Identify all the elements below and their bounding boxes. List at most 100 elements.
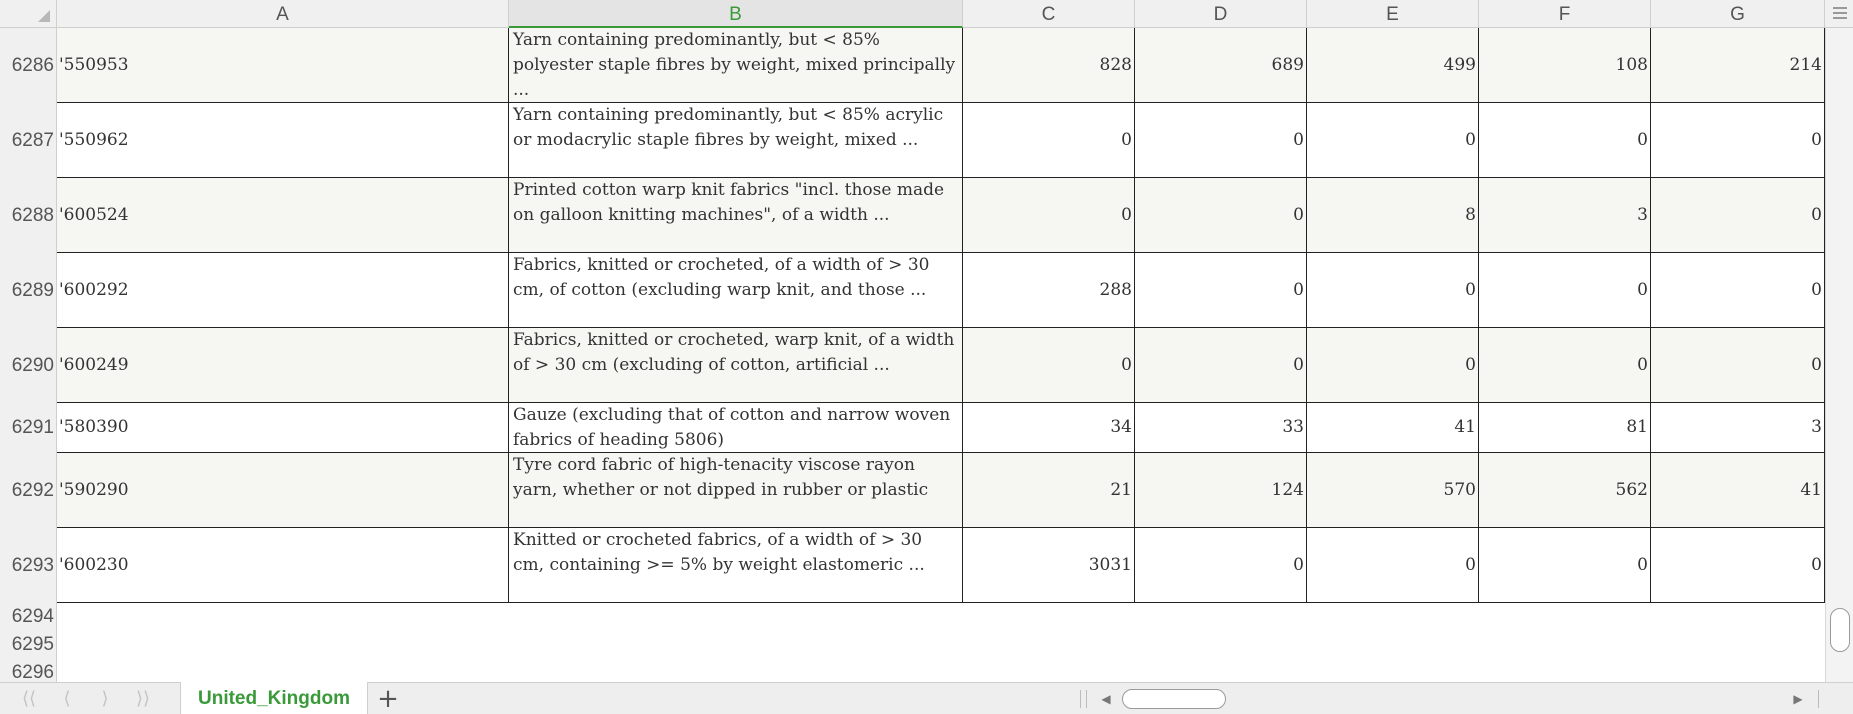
cell-description[interactable]: Fabrics, knitted or crocheted, warp knit… <box>509 328 963 402</box>
column-header-a[interactable]: A <box>57 0 509 28</box>
row-header[interactable]: 6288 <box>0 178 57 253</box>
cell-value-d[interactable]: 0 <box>1135 178 1307 252</box>
cell-value-c[interactable]: 34 <box>963 403 1135 452</box>
cell-value-e[interactable]: 0 <box>1307 253 1479 327</box>
cell-value-c[interactable]: 0 <box>963 328 1135 402</box>
cell-value-d[interactable]: 33 <box>1135 403 1307 452</box>
cell-value-c[interactable]: 0 <box>963 178 1135 252</box>
select-all-triangle-icon <box>38 10 50 22</box>
horizontal-scroll-thumb[interactable] <box>1122 689 1226 709</box>
cell-description[interactable]: Yarn containing predominantly, but < 85%… <box>509 28 963 102</box>
cell-code[interactable]: '550953 <box>57 28 509 102</box>
cell-value-e[interactable]: 0 <box>1307 103 1479 177</box>
cell-value-f[interactable]: 0 <box>1479 528 1651 602</box>
column-header-f[interactable]: F <box>1479 0 1651 28</box>
vertical-scrollbar[interactable] <box>1825 28 1853 682</box>
cell-value-f[interactable]: 108 <box>1479 28 1651 102</box>
add-sheet-icon[interactable]: + <box>374 685 402 713</box>
row-header[interactable]: 6286 <box>0 28 57 103</box>
scroll-right-arrow-icon[interactable]: ▶ <box>1790 688 1806 710</box>
prev-sheet-icon[interactable]: ⟨ <box>52 687 82 711</box>
last-sheet-icon[interactable]: ⟩⟩ <box>128 687 158 711</box>
cell-value-c[interactable]: 828 <box>963 28 1135 102</box>
row-header[interactable]: 6287 <box>0 103 57 178</box>
cell-value-g[interactable]: 214 <box>1651 28 1825 102</box>
column-header-g[interactable]: G <box>1651 0 1825 28</box>
cell-value-f[interactable]: 0 <box>1479 103 1651 177</box>
cell-value-d[interactable]: 0 <box>1135 253 1307 327</box>
row-header-column: 6286 6287 6288 6289 6290 6291 6292 6293 … <box>0 28 57 683</box>
cell-code[interactable]: '600230 <box>57 528 509 602</box>
cell-value-g[interactable]: 3 <box>1651 403 1825 452</box>
column-header-d[interactable]: D <box>1135 0 1307 28</box>
row-header[interactable]: 6294 <box>0 603 57 631</box>
table-row: '580390 Gauze (excluding that of cotton … <box>57 403 1825 453</box>
cell-value-e[interactable]: 0 <box>1307 328 1479 402</box>
column-header-c[interactable]: C <box>963 0 1135 28</box>
divider <box>1818 690 1819 708</box>
cell-value-d[interactable]: 0 <box>1135 103 1307 177</box>
column-header-row: A B C D E F G <box>0 0 1853 28</box>
cell-description[interactable]: Tyre cord fabric of high-tenacity viscos… <box>509 453 963 527</box>
cell-value-g[interactable]: 0 <box>1651 103 1825 177</box>
cell-code[interactable]: '600249 <box>57 328 509 402</box>
row-header[interactable]: 6289 <box>0 253 57 328</box>
row-header[interactable]: 6292 <box>0 453 57 528</box>
cell-value-c[interactable]: 0 <box>963 103 1135 177</box>
table-row: '550962 Yarn containing predominantly, b… <box>57 103 1825 178</box>
cell-description[interactable]: Fabrics, knitted or crocheted, of a widt… <box>509 253 963 327</box>
cell-value-f[interactable]: 0 <box>1479 253 1651 327</box>
cell-value-g[interactable]: 0 <box>1651 178 1825 252</box>
cell-description[interactable]: Knitted or crocheted fabrics, of a width… <box>509 528 963 602</box>
cell-value-d[interactable]: 124 <box>1135 453 1307 527</box>
cell-code[interactable]: '590290 <box>57 453 509 527</box>
cell-value-f[interactable]: 81 <box>1479 403 1651 452</box>
table-row: '600524 Printed cotton warp knit fabrics… <box>57 178 1825 253</box>
row-header[interactable]: 6290 <box>0 328 57 403</box>
row-header[interactable]: 6295 <box>0 631 57 659</box>
sheet-tab-bar: ⟨⟨ ⟨ ⟩ ⟩⟩ United_Kingdom + ◀ ▶ <box>0 682 1853 714</box>
sheet-tab-united-kingdom[interactable]: United_Kingdom <box>180 682 368 714</box>
spreadsheet-grid[interactable]: '550953 Yarn containing predominantly, b… <box>57 28 1825 682</box>
vertical-scroll-thumb[interactable] <box>1830 608 1850 652</box>
cell-value-g[interactable]: 0 <box>1651 528 1825 602</box>
cell-code[interactable]: '580390 <box>57 403 509 452</box>
table-row: '590290 Tyre cord fabric of high-tenacit… <box>57 453 1825 528</box>
scroll-left-arrow-icon[interactable]: ◀ <box>1098 688 1114 710</box>
cell-value-f[interactable]: 562 <box>1479 453 1651 527</box>
divider <box>1080 690 1081 708</box>
cell-value-e[interactable]: 570 <box>1307 453 1479 527</box>
menu-lines-icon[interactable] <box>1833 4 1847 20</box>
column-header-b[interactable]: B <box>509 0 963 28</box>
cell-value-d[interactable]: 689 <box>1135 28 1307 102</box>
cell-value-f[interactable]: 0 <box>1479 328 1651 402</box>
cell-value-d[interactable]: 0 <box>1135 528 1307 602</box>
cell-value-g[interactable]: 41 <box>1651 453 1825 527</box>
cell-description[interactable]: Gauze (excluding that of cotton and narr… <box>509 403 963 452</box>
cell-code[interactable]: '600292 <box>57 253 509 327</box>
horizontal-scrollbar[interactable]: ◀ ▶ <box>1094 688 1810 710</box>
cell-value-e[interactable]: 8 <box>1307 178 1479 252</box>
cell-code[interactable]: '600524 <box>57 178 509 252</box>
row-header[interactable]: 6291 <box>0 403 57 453</box>
cell-value-c[interactable]: 21 <box>963 453 1135 527</box>
row-header[interactable]: 6293 <box>0 528 57 603</box>
next-sheet-icon[interactable]: ⟩ <box>90 687 120 711</box>
cell-value-e[interactable]: 0 <box>1307 528 1479 602</box>
cell-description[interactable]: Printed cotton warp knit fabrics "incl. … <box>509 178 963 252</box>
cell-value-g[interactable]: 0 <box>1651 328 1825 402</box>
cell-value-g[interactable]: 0 <box>1651 253 1825 327</box>
cell-value-f[interactable]: 3 <box>1479 178 1651 252</box>
cell-value-d[interactable]: 0 <box>1135 328 1307 402</box>
cell-value-e[interactable]: 499 <box>1307 28 1479 102</box>
column-header-e[interactable]: E <box>1307 0 1479 28</box>
cell-value-e[interactable]: 41 <box>1307 403 1479 452</box>
cell-value-c[interactable]: 288 <box>963 253 1135 327</box>
cell-value-c[interactable]: 3031 <box>963 528 1135 602</box>
cell-description[interactable]: Yarn containing predominantly, but < 85%… <box>509 103 963 177</box>
select-all-corner[interactable] <box>0 0 57 28</box>
table-row: '600249 Fabrics, knitted or crocheted, w… <box>57 328 1825 403</box>
table-row: '550953 Yarn containing predominantly, b… <box>57 28 1825 103</box>
cell-code[interactable]: '550962 <box>57 103 509 177</box>
first-sheet-icon[interactable]: ⟨⟨ <box>14 687 44 711</box>
